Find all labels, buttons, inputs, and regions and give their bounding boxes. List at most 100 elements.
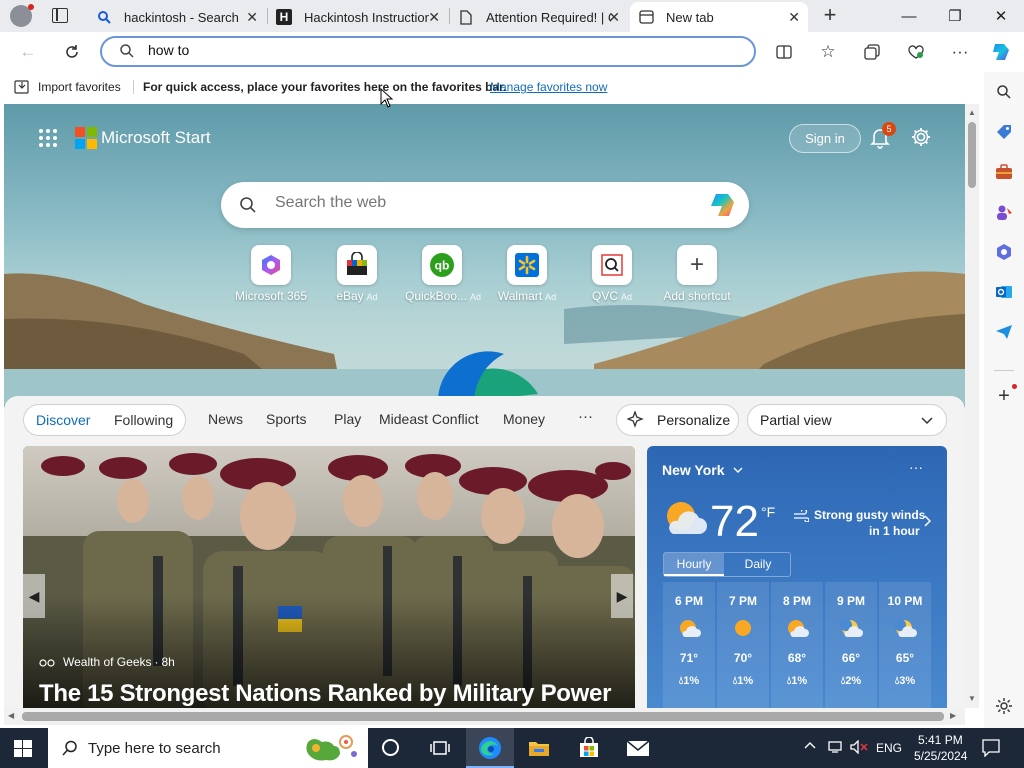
- chevron-right-icon[interactable]: [923, 515, 932, 530]
- quick-link-label: QuickBoo...: [405, 289, 468, 303]
- article-source[interactable]: Wealth of Geeks: [63, 655, 152, 669]
- scroll-left-arrow-icon[interactable]: ◀: [8, 711, 14, 720]
- quick-link-label: QVC: [591, 289, 618, 303]
- quick-link-qvc[interactable]: QVC Ad: [575, 245, 649, 303]
- import-favorites-link[interactable]: Import favorites: [38, 80, 121, 94]
- personalize-button[interactable]: Personalize: [616, 404, 739, 436]
- performance-button[interactable]: [902, 38, 930, 66]
- scroll-up-arrow-icon[interactable]: ▲: [968, 108, 976, 117]
- quick-link-quickbooks[interactable]: qb QuickBoo... Ad: [405, 245, 481, 303]
- tab-title: Attention Required! | Cloudflare: [486, 9, 611, 25]
- windows-start-icon[interactable]: [14, 740, 32, 760]
- restore-button[interactable]: ❐: [932, 0, 978, 32]
- tab-actions-icon[interactable]: [52, 8, 68, 23]
- qvc-icon: [592, 245, 632, 285]
- quick-link-ebay[interactable]: eBay Ad: [320, 245, 394, 303]
- network-icon[interactable]: [828, 740, 844, 757]
- new-tab-button[interactable]: +: [818, 3, 842, 27]
- scrollbar-thumb[interactable]: [968, 122, 976, 188]
- tab-play[interactable]: Play: [334, 411, 361, 427]
- back-button[interactable]: ←: [14, 38, 42, 66]
- horizontal-scrollbar[interactable]: ◀ ▶: [4, 708, 965, 725]
- vertical-scrollbar[interactable]: ▲ ▼: [965, 104, 979, 708]
- collections-button[interactable]: [858, 38, 886, 66]
- volume-muted-icon[interactable]: [850, 739, 868, 757]
- sign-in-button[interactable]: Sign in: [789, 124, 861, 153]
- tab-new-tab[interactable]: New tab ✕: [630, 2, 808, 32]
- close-window-button[interactable]: ✕: [978, 0, 1024, 32]
- input-language[interactable]: ENG: [876, 741, 902, 755]
- search-icon[interactable]: [992, 80, 1016, 104]
- tab-mideast-conflict[interactable]: Mideast Conflict: [379, 411, 479, 427]
- address-bar[interactable]: [100, 36, 756, 67]
- tab-daily[interactable]: Daily: [726, 553, 790, 576]
- tab-money[interactable]: Money: [503, 411, 545, 427]
- cortana-icon[interactable]: [382, 739, 399, 756]
- shopping-tag-icon[interactable]: [992, 120, 1016, 144]
- close-tab-icon[interactable]: ✕: [788, 9, 800, 26]
- file-explorer-icon[interactable]: [528, 739, 550, 760]
- add-shortcut-button[interactable]: + Add shortcut: [660, 245, 734, 303]
- quick-link-label: Add shortcut: [663, 289, 731, 303]
- article-card[interactable]: ◀ ▶ Wealth of Geeks · 8h The 15 Stronges…: [23, 446, 635, 708]
- task-view-icon[interactable]: [430, 739, 450, 760]
- split-screen-button[interactable]: [770, 38, 798, 66]
- weather-card[interactable]: New York ··· 72 °F Strong gusty winds in…: [647, 446, 947, 708]
- tab-following[interactable]: Following: [114, 412, 173, 428]
- quick-link-walmart[interactable]: Walmart Ad: [490, 245, 564, 303]
- scrollbar-thumb[interactable]: [22, 712, 944, 721]
- sidebar-settings-gear-icon[interactable]: [992, 694, 1016, 718]
- mail-icon[interactable]: [626, 740, 650, 760]
- manage-favorites-link[interactable]: Manage favorites now: [490, 80, 607, 94]
- close-tab-icon[interactable]: ✕: [608, 9, 620, 26]
- view-mode-select[interactable]: Partial view: [747, 404, 947, 436]
- new-tab-icon: [638, 9, 654, 25]
- source-logo-icon: [39, 657, 55, 667]
- refresh-button[interactable]: [58, 38, 86, 66]
- close-tab-icon[interactable]: ✕: [428, 9, 440, 26]
- weather-more-icon[interactable]: ···: [909, 459, 923, 475]
- tab-hackintosh-search[interactable]: hackintosh - Search ✕: [88, 2, 266, 32]
- tab-discover[interactable]: Discover: [36, 412, 90, 428]
- chevron-down-icon[interactable]: [733, 463, 743, 478]
- taskbar-search-box[interactable]: Type here to search: [48, 728, 368, 768]
- favorites-star-button[interactable]: ☆: [814, 38, 842, 66]
- web-search-input[interactable]: [275, 194, 695, 212]
- weather-city[interactable]: New York: [662, 462, 725, 478]
- tab-title: New tab: [666, 9, 714, 25]
- taskbar-edge[interactable]: [466, 728, 514, 768]
- notifications-center-icon[interactable]: [982, 739, 1000, 760]
- settings-more-button[interactable]: ···: [946, 38, 974, 66]
- next-slide-button[interactable]: ▶: [611, 574, 633, 618]
- tools-briefcase-icon[interactable]: [992, 160, 1016, 184]
- send-icon[interactable]: [992, 320, 1016, 344]
- copilot-button[interactable]: [988, 38, 1016, 66]
- scroll-right-arrow-icon[interactable]: ▶: [950, 711, 956, 720]
- hour-column: 7 PM 70° 💧︎1%: [717, 582, 769, 708]
- quick-link-label: Walmart: [497, 289, 543, 303]
- previous-slide-button[interactable]: ◀: [23, 574, 45, 618]
- tab-sports[interactable]: Sports: [266, 411, 306, 427]
- tab-attention-required[interactable]: Attention Required! | Cloudflare ✕: [450, 2, 628, 32]
- scroll-down-arrow-icon[interactable]: ▼: [968, 694, 976, 703]
- clock-time[interactable]: 5:41 PM: [918, 733, 963, 747]
- microsoft-365-icon[interactable]: [992, 240, 1016, 264]
- tab-hourly[interactable]: Hourly: [664, 553, 724, 576]
- microsoft-store-icon[interactable]: [578, 736, 600, 762]
- games-icon[interactable]: [992, 200, 1016, 224]
- article-headline[interactable]: The 15 Strongest Nations Ranked by Milit…: [39, 680, 611, 708]
- chevron-up-icon[interactable]: [804, 740, 816, 755]
- copilot-icon[interactable]: [709, 192, 737, 221]
- outlook-icon[interactable]: [992, 280, 1016, 304]
- quick-link-microsoft-365[interactable]: Microsoft 365: [234, 245, 308, 303]
- close-tab-icon[interactable]: ✕: [246, 9, 258, 26]
- clock-date[interactable]: 5/25/2024: [914, 749, 967, 763]
- more-tabs-icon[interactable]: ···: [578, 408, 593, 425]
- tab-news[interactable]: News: [208, 411, 243, 427]
- apps-launcher-icon[interactable]: [38, 128, 58, 151]
- web-search-box[interactable]: [221, 182, 749, 228]
- address-input[interactable]: [148, 42, 708, 58]
- minimize-button[interactable]: —: [886, 0, 932, 32]
- tab-hackintosh-instructions[interactable]: H Hackintosh Instructions ✕: [268, 2, 448, 32]
- page-settings-gear-icon[interactable]: [910, 126, 932, 151]
